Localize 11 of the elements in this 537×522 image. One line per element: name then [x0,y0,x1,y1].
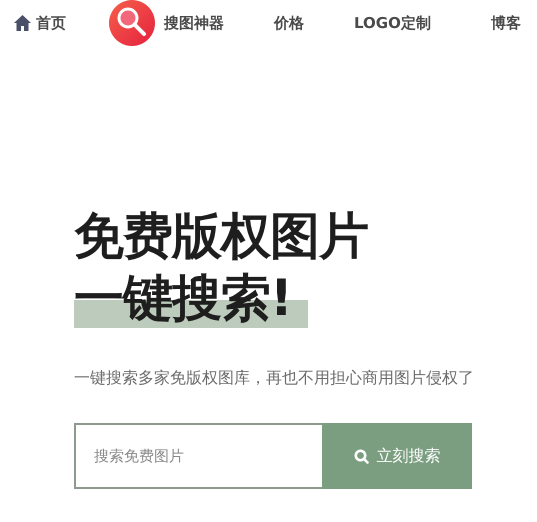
nav-link[interactable]: LOGO定制 [354,14,431,32]
home-icon [14,15,31,31]
home-link[interactable]: 首页 [14,14,66,32]
subtitle: 一键搜索多家免版权图库，再也不用担心商用图片侵权了 [74,368,475,389]
search-field[interactable]: 搜索免费图片 [74,423,322,489]
search-icon [354,448,368,464]
image-search-link[interactable]: 搜图神器 [109,0,224,46]
magnifier-logo-icon [109,0,155,46]
nav-link[interactable]: 博客 [490,14,521,32]
headline: 免费版权图片 [74,206,369,266]
nav-link[interactable]: 价格 [274,14,304,32]
